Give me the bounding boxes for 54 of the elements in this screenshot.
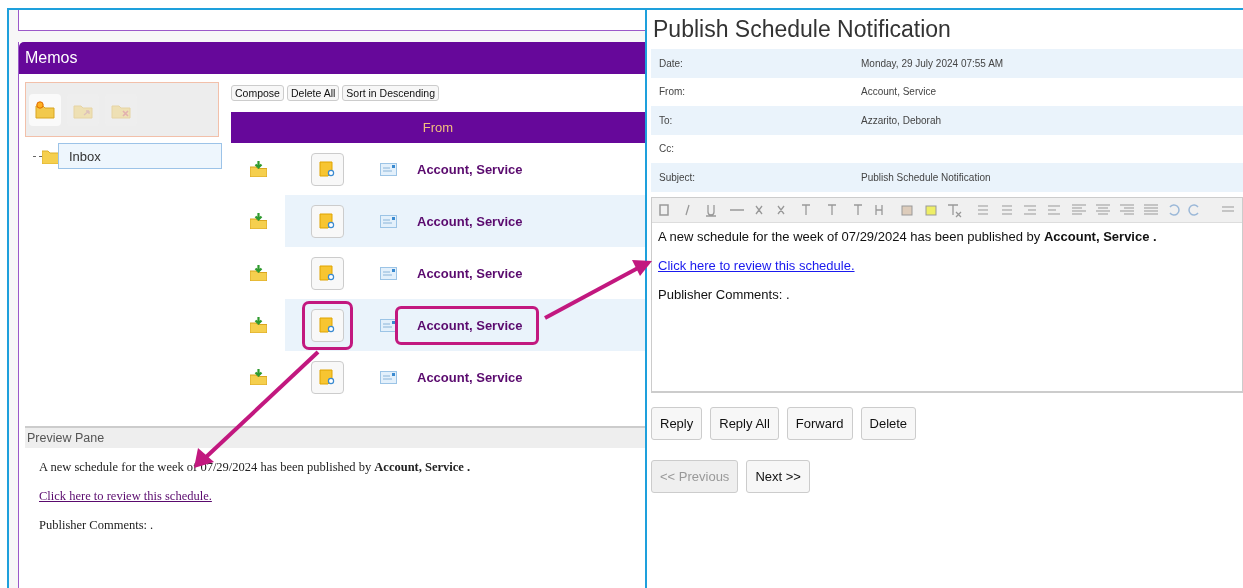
open-memo-button[interactable] — [310, 152, 344, 186]
field-value: Azzarito, Deborah — [861, 114, 942, 126]
dialog-title: Publish Schedule Notification — [652, 15, 952, 44]
field-label: Subject: — [659, 171, 697, 183]
note-magnifier-icon — [318, 368, 336, 386]
field-label: Cc: — [659, 143, 675, 155]
envelope-icon — [379, 162, 397, 176]
schedule-link[interactable]: Click here to review this schedule. — [39, 489, 212, 503]
note-magnifier-icon — [318, 160, 336, 178]
column-header: From — [231, 112, 645, 143]
open-memo-button[interactable] — [310, 204, 344, 238]
message-text: A new schedule for the week of 07/29/2024 has been published by Account, Service . — [658, 228, 1157, 244]
inbox-folder-icon — [249, 213, 267, 229]
action-button[interactable]: Forward — [786, 406, 853, 440]
envelope-icon — [379, 318, 397, 332]
field-value: Account, Service — [861, 86, 937, 98]
field-value: Monday, 29 July 2024 07:55 AM — [861, 57, 1004, 69]
inbox-folder-icon — [249, 265, 267, 281]
comments-text: Publisher Comments: . — [39, 518, 154, 532]
toolbar-button[interactable]: Compose — [231, 85, 284, 101]
new-folder-button[interactable] — [29, 93, 61, 126]
comments-text: Publisher Comments: . — [658, 286, 790, 302]
action-button[interactable]: Reply — [651, 406, 703, 440]
toolbar-button[interactable]: Sort in Descending — [342, 85, 440, 101]
panel-header: Memos — [19, 42, 645, 74]
field-label: From: — [659, 86, 687, 98]
open-memo-button[interactable] — [310, 360, 344, 394]
field-label: Date: — [659, 57, 684, 69]
message-editor[interactable]: A new schedule for the week of 07/29/2024 has been published by Account, Service . Click here to review this schedule. Publisher Comments: . — [651, 196, 1243, 393]
pane-header: Preview Pane — [25, 428, 645, 448]
action-button[interactable]: Reply All — [710, 406, 779, 440]
field-value: Publish Schedule Notification — [861, 171, 991, 183]
open-memo-button[interactable] — [310, 308, 344, 342]
envelope-icon — [379, 266, 397, 280]
field-label: To: — [659, 114, 674, 126]
sender-name[interactable]: Account, Service — [395, 253, 539, 293]
inbox-folder-icon — [249, 369, 267, 385]
inbox-folder-icon — [249, 317, 267, 333]
schedule-link[interactable]: Click here to review this schedule. — [658, 257, 855, 273]
folder-item[interactable]: Inbox — [58, 143, 222, 169]
envelope-icon — [379, 214, 397, 228]
action-button[interactable]: Delete — [860, 406, 917, 440]
sender-name[interactable]: Account, Service — [395, 305, 539, 345]
inbox-folder-icon — [249, 161, 267, 177]
sender-name[interactable]: Account, Service — [395, 357, 539, 397]
toolbar-button[interactable]: Delete All — [286, 85, 340, 101]
new-folder-icon — [35, 100, 55, 119]
envelope-icon — [379, 370, 397, 384]
note-magnifier-icon — [318, 316, 336, 334]
nav-button[interactable]: Next >> — [746, 459, 810, 493]
sender-name[interactable]: Account, Service — [395, 149, 539, 189]
note-magnifier-icon — [318, 212, 336, 230]
open-memo-button[interactable] — [310, 256, 344, 290]
note-magnifier-icon — [318, 264, 336, 282]
